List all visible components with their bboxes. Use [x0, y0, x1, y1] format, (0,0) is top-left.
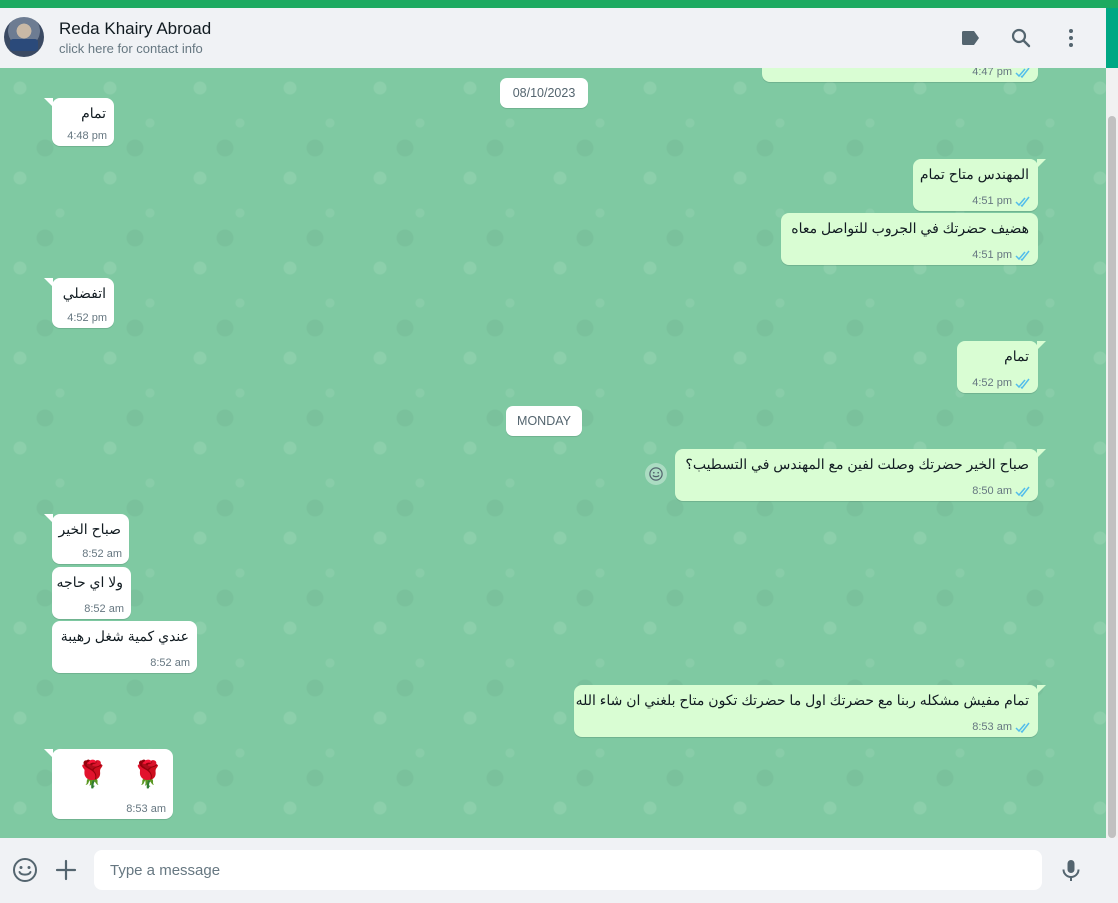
message-bubble-outgoing[interactable]: المهندس متاح تمام 4:51 pm: [913, 159, 1046, 211]
message-time: 4:51 pm: [972, 249, 1012, 261]
plus-icon[interactable]: [53, 857, 79, 883]
rose-emoji-text: 🌹 🌹: [76, 759, 172, 789]
label-icon[interactable]: [959, 26, 983, 50]
message-bubble-incoming[interactable]: صباح الخير 8:52 am: [44, 514, 129, 564]
message-bubble-incoming[interactable]: تمام 4:48 pm: [44, 98, 114, 146]
message-text: ولا اي حاجه: [56, 574, 123, 590]
contact-name[interactable]: Reda Khairy Abroad: [59, 19, 211, 39]
menu-icon[interactable]: [1059, 26, 1083, 50]
message-text: عندي كمية شغل رهيبة: [60, 628, 189, 644]
contact-info-link[interactable]: click here for contact info: [59, 41, 203, 56]
message-bubble-incoming[interactable]: ولا اي حاجه 8:52 am: [52, 567, 131, 619]
read-ticks-icon: [1015, 486, 1031, 497]
message-bubble-outgoing[interactable]: 4:47 pm: [762, 68, 1038, 82]
message-text: المهندس متاح تمام: [919, 166, 1029, 182]
message-time: 8:52 am: [150, 657, 190, 669]
conversation-panel[interactable]: 4:47 pm 08/10/2023 تمام 4:48 pm المهندس …: [0, 68, 1106, 838]
search-icon[interactable]: [1009, 26, 1033, 50]
scrollbar-thumb[interactable]: [1108, 116, 1116, 838]
message-time: 4:52 pm: [972, 377, 1012, 389]
message-time: 4:47 pm: [972, 68, 1012, 78]
message-text: صباح الخير: [58, 521, 121, 537]
read-ticks-icon: [1015, 378, 1031, 389]
top-accent-strip: [0, 0, 1118, 8]
message-text: هضيف حضرتك في الجروب للتواصل معاه: [791, 220, 1029, 236]
message-text: تمام: [1004, 348, 1029, 364]
message-time: 4:52 pm: [67, 312, 107, 324]
message-bubble-outgoing[interactable]: صباح الخير حضرتك وصلت لفين مع المهندس في…: [675, 449, 1046, 501]
message-time: 8:53 am: [972, 721, 1012, 733]
message-time: 8:52 am: [84, 603, 124, 615]
message-time: 8:50 am: [972, 485, 1012, 497]
react-emoji-button[interactable]: [645, 463, 667, 485]
message-text: تمام: [81, 105, 106, 121]
read-ticks-icon: [1015, 196, 1031, 207]
message-time: 8:52 am: [82, 548, 122, 560]
message-text: اتفضلي: [62, 285, 106, 301]
read-ticks-icon: [1015, 68, 1031, 78]
message-text: صباح الخير حضرتك وصلت لفين مع المهندس في…: [685, 456, 1029, 472]
read-ticks-icon: [1015, 250, 1031, 261]
message-time: 8:53 am: [126, 803, 166, 815]
message-bubble-outgoing[interactable]: تمام مفيش مشكله ربنا مع حضرتك اول ما حضر…: [574, 685, 1046, 737]
message-input[interactable]: [94, 850, 1042, 890]
mic-icon[interactable]: [1058, 857, 1084, 883]
date-separator: MONDAY: [506, 406, 582, 436]
message-bubble-incoming[interactable]: عندي كمية شغل رهيبة 8:52 am: [52, 621, 197, 673]
message-bubble-incoming[interactable]: اتفضلي 4:52 pm: [44, 278, 114, 328]
composer-bar: [0, 838, 1106, 903]
date-separator: 08/10/2023: [500, 78, 588, 108]
message-text: تمام مفيش مشكله ربنا مع حضرتك اول ما حضر…: [575, 692, 1029, 708]
message-bubble-outgoing[interactable]: تمام 4:52 pm: [957, 341, 1046, 393]
chat-header[interactable]: Reda Khairy Abroad click here for contac…: [0, 8, 1106, 69]
message-time: 4:48 pm: [67, 130, 107, 142]
message-bubble-incoming[interactable]: 🌹 🌹 8:53 am: [44, 749, 173, 819]
message-time: 4:51 pm: [972, 195, 1012, 207]
emoji-icon[interactable]: [12, 857, 38, 883]
avatar[interactable]: [4, 17, 44, 57]
read-ticks-icon: [1015, 722, 1031, 733]
message-bubble-outgoing[interactable]: هضيف حضرتك في الجروب للتواصل معاه 4:51 p…: [781, 213, 1038, 265]
